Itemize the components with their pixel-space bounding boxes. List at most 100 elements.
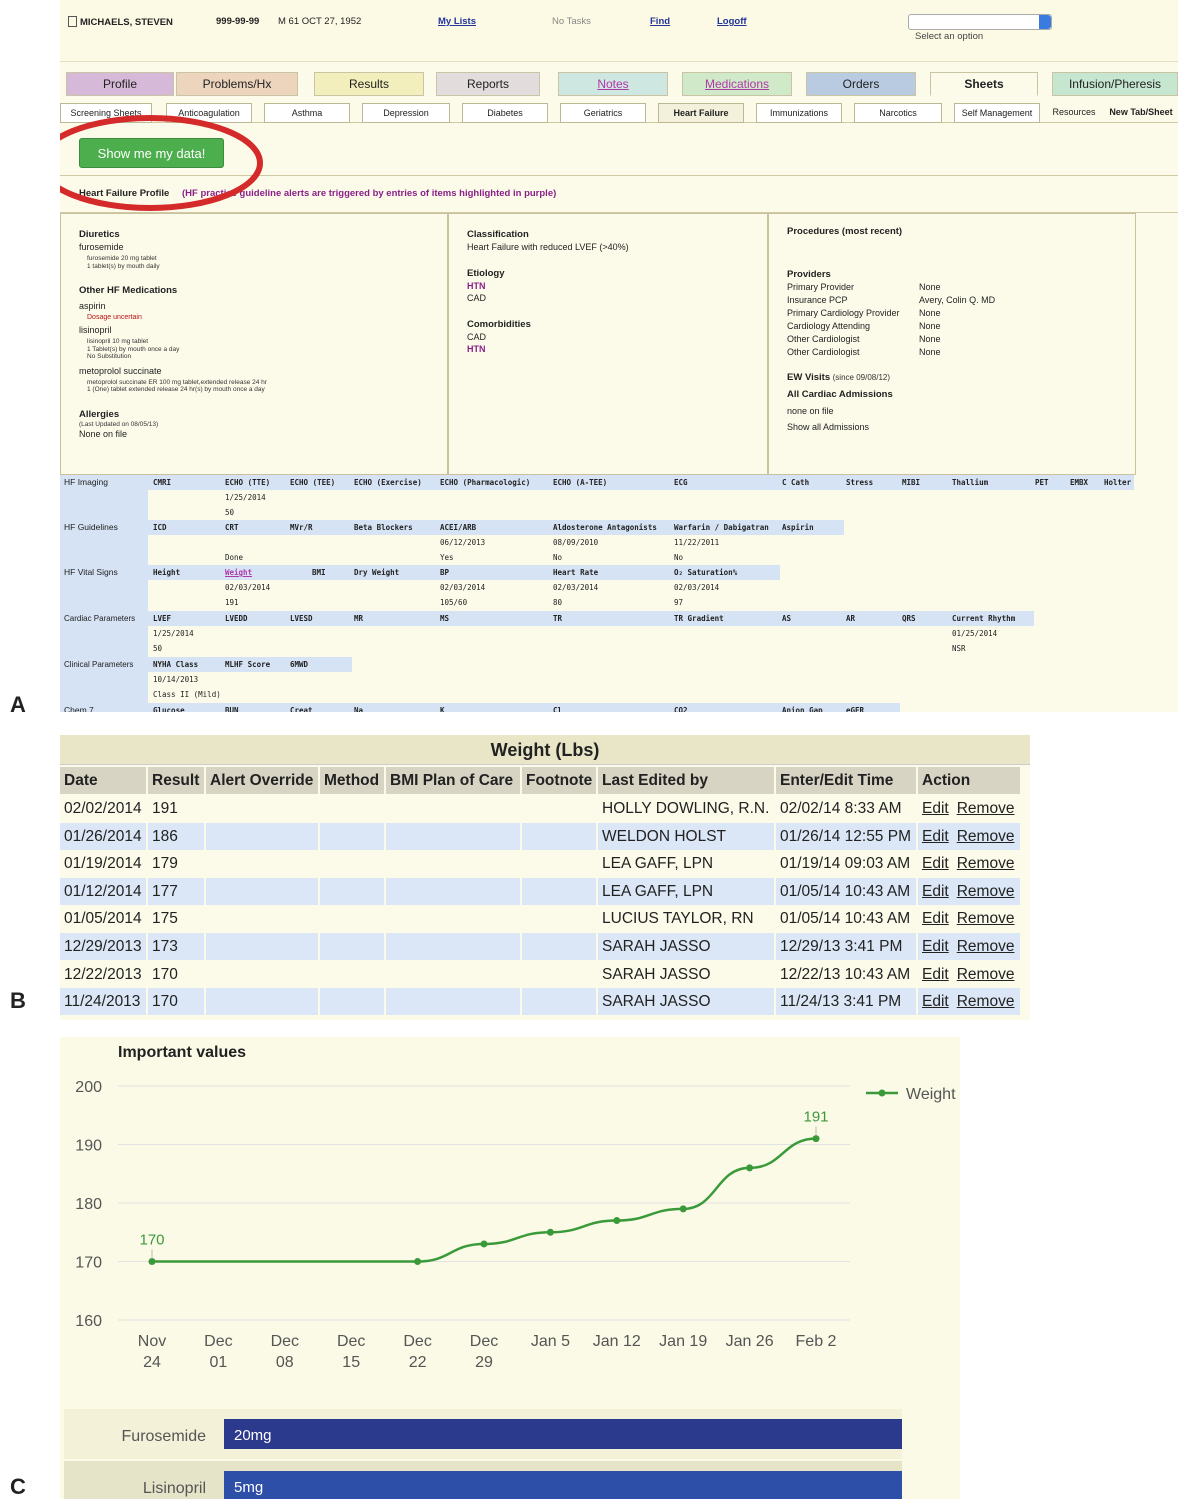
grid-col: Beta Blockers bbox=[354, 523, 413, 532]
column-header: Action bbox=[918, 767, 1022, 794]
remove-link[interactable]: Remove bbox=[957, 855, 1015, 872]
table-cell: 179 bbox=[148, 850, 206, 878]
tab-sheets[interactable]: Sheets bbox=[930, 72, 1038, 96]
my-lists-link[interactable]: My Lists bbox=[438, 16, 476, 27]
remove-link[interactable]: Remove bbox=[957, 828, 1015, 845]
action-cell: Edit Remove bbox=[918, 795, 1022, 822]
grid-col: C Cath bbox=[782, 478, 810, 487]
action-cell: Edit Remove bbox=[918, 905, 1022, 933]
table-cell bbox=[386, 988, 522, 1016]
tab-medications[interactable]: Medications bbox=[682, 72, 792, 96]
logoff-link[interactable]: Logoff bbox=[717, 16, 747, 27]
table-cell: 12/29/13 3:41 PM bbox=[776, 933, 918, 960]
show-all-admissions-link[interactable]: Show all Admissions bbox=[787, 421, 1117, 433]
table-row: 11/24/2013 170 SARAH JASSO 11/24/13 3:41 PM… bbox=[60, 988, 1022, 1016]
grid-col: Stress bbox=[846, 478, 874, 487]
edit-link[interactable]: Edit bbox=[922, 883, 949, 900]
tab-notes[interactable]: Notes bbox=[558, 72, 668, 96]
subtab-resources[interactable]: Resources bbox=[1048, 103, 1100, 123]
grid-col: BUN bbox=[225, 706, 239, 712]
clinical-value: Class II (Mild) bbox=[153, 690, 221, 699]
subtab-diabetes[interactable]: Diabetes bbox=[462, 103, 548, 123]
table-cell: 02/02/14 8:33 AM bbox=[776, 795, 918, 822]
edit-link[interactable]: Edit bbox=[922, 966, 949, 983]
subtab-depression[interactable]: Depression bbox=[362, 103, 450, 123]
grid-col: Creat bbox=[290, 706, 313, 712]
subtab-self-management[interactable]: Self Management bbox=[954, 103, 1040, 123]
x-tick-label: Jan 5 bbox=[531, 1333, 570, 1350]
grid-col: Dry Weight bbox=[354, 568, 400, 577]
subtab-narcotics[interactable]: Narcotics bbox=[854, 103, 942, 123]
provider-row: Insurance PCP Avery, Colin Q. MD bbox=[787, 294, 1087, 306]
grid-cell: 50 bbox=[153, 644, 163, 653]
grid-col: LVEF bbox=[153, 614, 172, 623]
tab-orders[interactable]: Orders bbox=[806, 72, 916, 96]
grid-cell: 06/12/2013 bbox=[440, 538, 486, 547]
table-cell bbox=[206, 795, 320, 822]
edit-link[interactable]: Edit bbox=[922, 938, 949, 955]
grid-cell: 11/22/2011 bbox=[674, 538, 720, 547]
provider-value: None bbox=[919, 334, 941, 344]
aspirin-dosage-warning: Dosage uncertain bbox=[87, 314, 142, 321]
edit-link[interactable]: Edit bbox=[922, 855, 949, 872]
weight-data-point bbox=[746, 1164, 754, 1172]
table-cell bbox=[320, 795, 386, 822]
option-select[interactable]: Select an option bbox=[908, 14, 1052, 42]
clinical-label: Clinical Parameters bbox=[64, 660, 134, 669]
edit-link[interactable]: Edit bbox=[922, 828, 949, 845]
table-cell bbox=[206, 850, 320, 878]
patient-header: MICHAELS, STEVEN 999-99-99 M 61 OCT 27, … bbox=[60, 0, 1178, 62]
subtab-new-sheet[interactable]: New Tab/Sheet bbox=[1104, 103, 1178, 123]
tab-results[interactable]: Results bbox=[314, 72, 424, 96]
tab-reports[interactable]: Reports bbox=[436, 72, 540, 96]
x-tick-label: Jan 26 bbox=[726, 1333, 774, 1350]
remove-link[interactable]: Remove bbox=[957, 966, 1015, 983]
tab-profile[interactable]: Profile bbox=[66, 72, 174, 96]
remove-link[interactable]: Remove bbox=[957, 910, 1015, 927]
table-cell: 11/24/13 3:41 PM bbox=[776, 988, 918, 1016]
provider-row: Cardiology Attending None bbox=[787, 320, 1087, 332]
grid-col: ICD bbox=[153, 523, 167, 532]
med-furosemide: furosemide bbox=[79, 242, 124, 252]
med-name: Lisinopril bbox=[143, 1480, 206, 1497]
table-cell bbox=[522, 795, 598, 822]
table-cell bbox=[320, 905, 386, 933]
subtab-geriatrics[interactable]: Geriatrics bbox=[560, 103, 646, 123]
ew-visits-since: (since 09/08/12) bbox=[832, 373, 891, 382]
subtab-heart-failure[interactable]: Heart Failure bbox=[658, 103, 744, 123]
remove-link[interactable]: Remove bbox=[957, 993, 1015, 1010]
subtab-immunizations[interactable]: Immunizations bbox=[756, 103, 842, 123]
procedures-heading: Procedures (most recent) bbox=[787, 226, 903, 237]
weight-link[interactable]: Weight bbox=[225, 565, 252, 580]
cardiac-date-row: 1/25/2014 01/25/2014 bbox=[60, 626, 1178, 641]
y-tick-label: 160 bbox=[75, 1313, 102, 1330]
grid-col: Na bbox=[354, 706, 364, 712]
grid-cell: 02/03/2014 bbox=[225, 583, 271, 592]
table-cell bbox=[320, 988, 386, 1016]
find-link[interactable]: Find bbox=[650, 16, 670, 27]
guidelines-value-row: Done Yes No No bbox=[60, 550, 1178, 565]
edit-link[interactable]: Edit bbox=[922, 993, 949, 1010]
lisinopril-detail-2: 1 Tablet(s) by mouth once a day bbox=[87, 345, 180, 353]
grid-col: AR bbox=[846, 614, 856, 623]
subtab-asthma[interactable]: Asthma bbox=[264, 103, 350, 123]
patient-mrn: 999-99-99 bbox=[216, 16, 260, 27]
grid-col: ECHO (TEE) bbox=[290, 478, 336, 487]
grid-col: ECHO (Pharmacologic) bbox=[440, 478, 531, 487]
grid-col: QRS bbox=[902, 614, 916, 623]
grid-cell: NSR bbox=[952, 644, 966, 653]
provider-role: Other Cardiologist bbox=[787, 334, 860, 344]
tab-infusion[interactable]: Infusion/Pheresis bbox=[1052, 72, 1178, 96]
grid-col: TR bbox=[553, 614, 563, 623]
remove-link[interactable]: Remove bbox=[957, 938, 1015, 955]
table-cell: 12/22/2013 bbox=[60, 960, 148, 988]
tab-problems[interactable]: Problems/Hx bbox=[176, 72, 298, 96]
remove-link[interactable]: Remove bbox=[957, 800, 1015, 817]
table-cell: 01/19/2014 bbox=[60, 850, 148, 878]
grid-cell: 97 bbox=[674, 598, 684, 607]
column-header: Last Edited by bbox=[598, 767, 776, 794]
remove-link[interactable]: Remove bbox=[957, 883, 1015, 900]
edit-link[interactable]: Edit bbox=[922, 910, 949, 927]
grid-col: Cl bbox=[553, 706, 563, 712]
edit-link[interactable]: Edit bbox=[922, 800, 949, 817]
